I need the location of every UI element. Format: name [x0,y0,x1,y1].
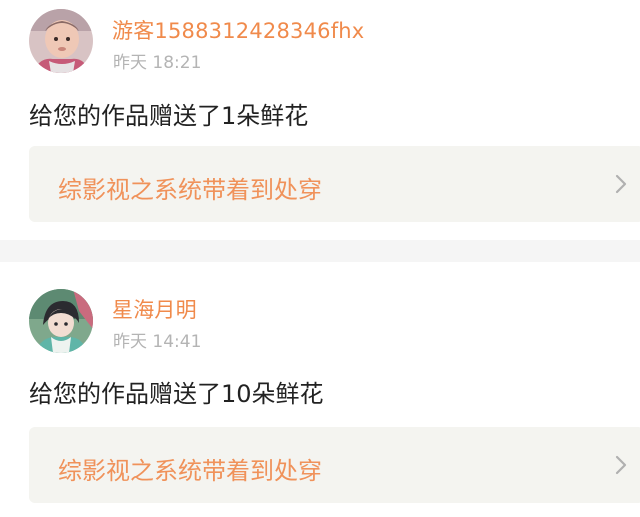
timestamp: 昨天 14:41 [113,332,202,352]
work-link[interactable]: 综影视之系统带着到处穿 [29,427,640,503]
section-divider [0,240,640,262]
work-link[interactable]: 综影视之系统带着到处穿 [29,146,640,222]
timestamp: 昨天 18:21 [113,53,202,73]
notification-card: 星海月明 昨天 14:41 给您的作品赠送了10朵鲜花 综影视之系统带着到处穿 [0,262,640,517]
chevron-right-icon [615,455,627,475]
work-title: 综影视之系统带着到处穿 [58,457,322,485]
anime-girl-avatar [29,289,93,353]
baby-photo-avatar [29,9,93,73]
user-avatar[interactable] [29,289,93,353]
gift-message: 给您的作品赠送了1朵鲜花 [29,102,309,130]
username[interactable]: 星海月明 [112,294,197,324]
gift-notification-feed: 游客1588312428346fhx 昨天 18:21 给您的作品赠送了1朵鲜花… [0,0,640,517]
notification-card: 游客1588312428346fhx 昨天 18:21 给您的作品赠送了1朵鲜花… [0,0,640,240]
work-title: 综影视之系统带着到处穿 [58,176,322,204]
chevron-right-icon [615,174,627,194]
username[interactable]: 游客1588312428346fhx [112,15,364,45]
gift-message: 给您的作品赠送了10朵鲜花 [29,380,324,408]
user-avatar[interactable] [29,9,93,73]
